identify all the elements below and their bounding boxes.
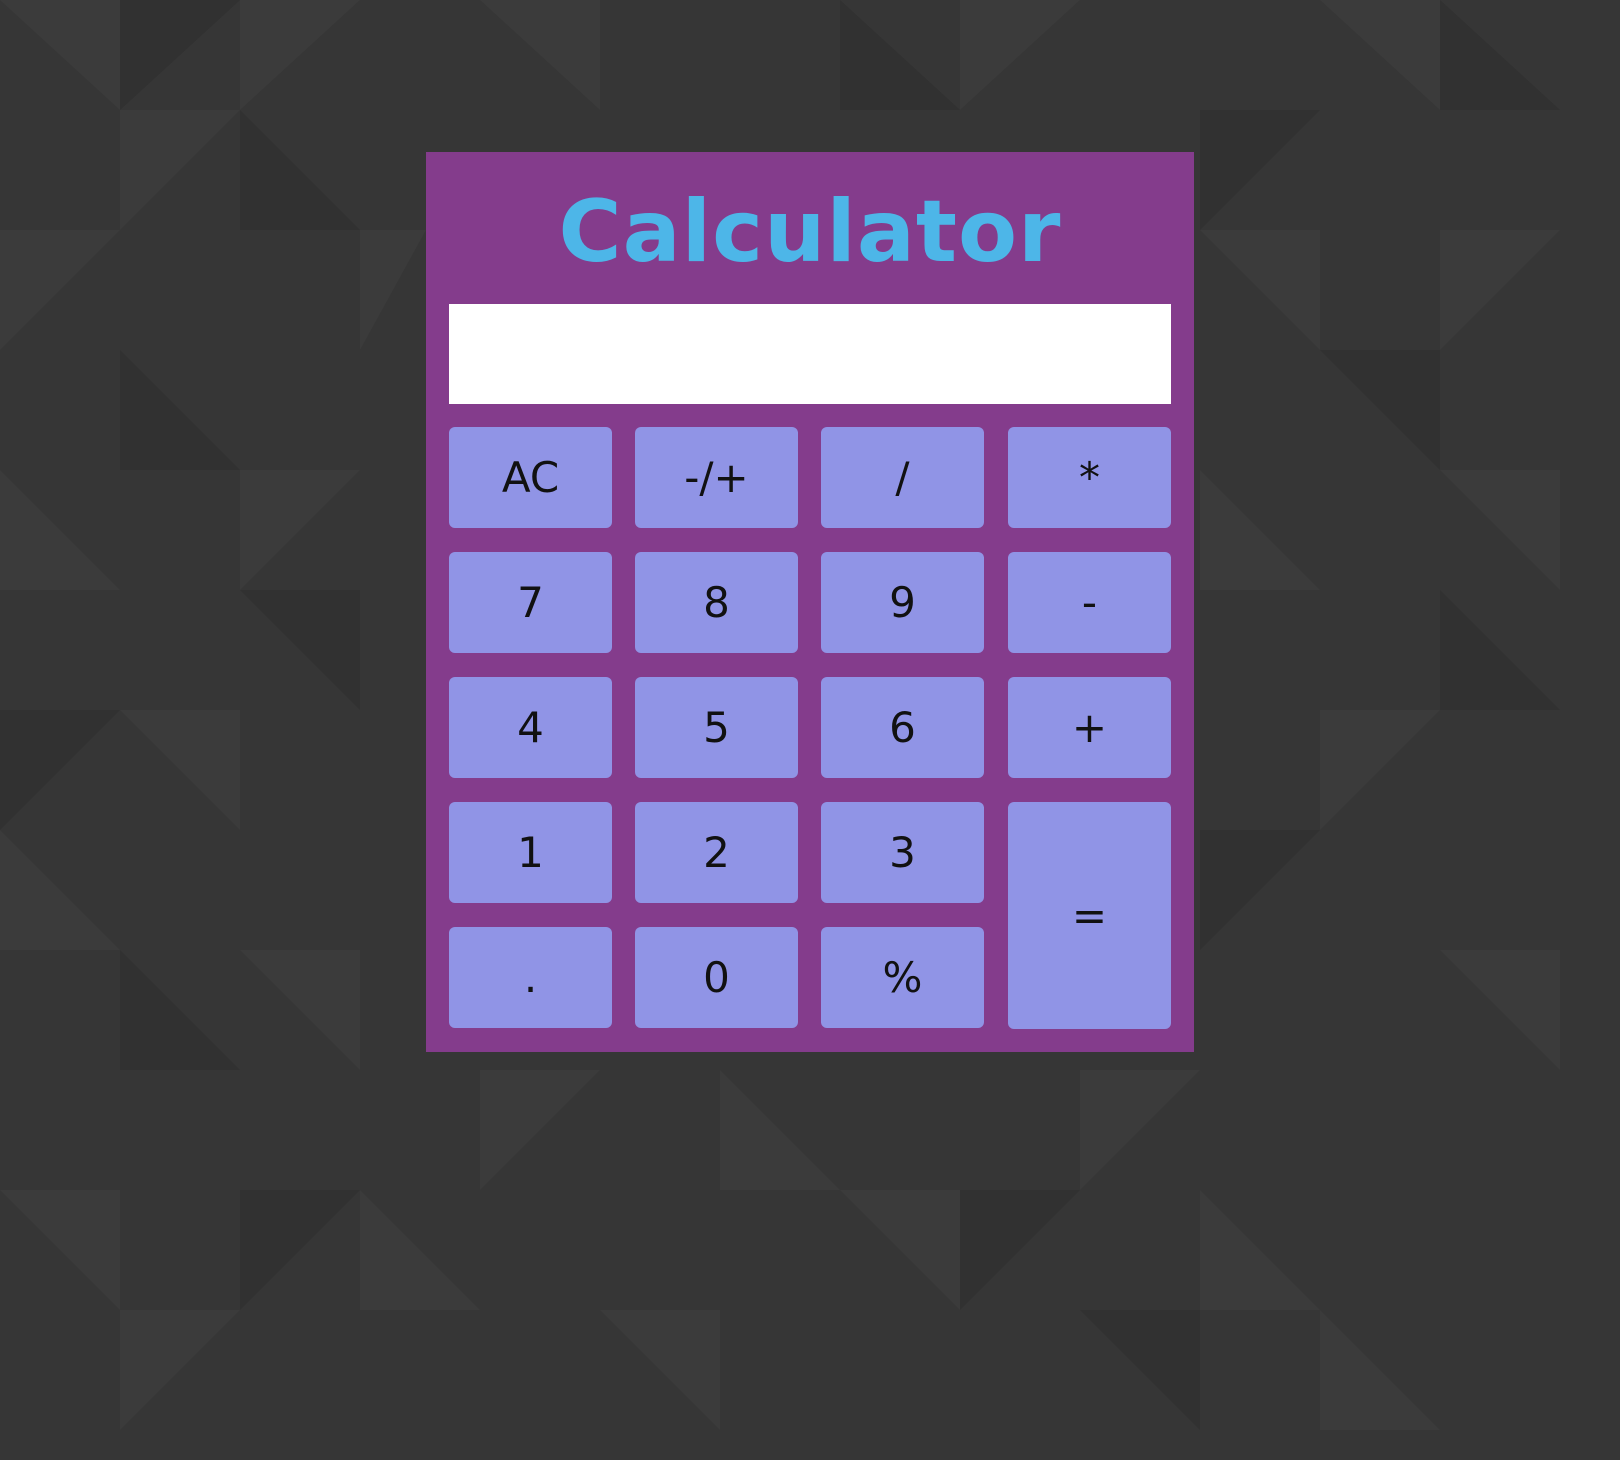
equals-button[interactable]: = (1008, 802, 1171, 1029)
digit-2-button[interactable]: 2 (635, 802, 798, 903)
calculator-panel: Calculator AC -/+ / * 7 8 9 - 4 5 6 + 1 … (426, 152, 1194, 1052)
clear-button[interactable]: AC (449, 427, 612, 528)
multiply-button[interactable]: * (1008, 427, 1171, 528)
digit-7-button[interactable]: 7 (449, 552, 612, 653)
decimal-button[interactable]: . (449, 927, 612, 1028)
toggle-sign-button[interactable]: -/+ (635, 427, 798, 528)
digit-4-button[interactable]: 4 (449, 677, 612, 778)
digit-3-button[interactable]: 3 (821, 802, 984, 903)
calculator-display[interactable] (449, 304, 1171, 404)
add-button[interactable]: + (1008, 677, 1171, 778)
digit-0-button[interactable]: 0 (635, 927, 798, 1028)
subtract-button[interactable]: - (1008, 552, 1171, 653)
percent-button[interactable]: % (821, 927, 984, 1028)
calculator-title: Calculator (558, 182, 1062, 282)
digit-8-button[interactable]: 8 (635, 552, 798, 653)
digit-9-button[interactable]: 9 (821, 552, 984, 653)
digit-5-button[interactable]: 5 (635, 677, 798, 778)
divide-button[interactable]: / (821, 427, 984, 528)
digit-1-button[interactable]: 1 (449, 802, 612, 903)
digit-6-button[interactable]: 6 (821, 677, 984, 778)
